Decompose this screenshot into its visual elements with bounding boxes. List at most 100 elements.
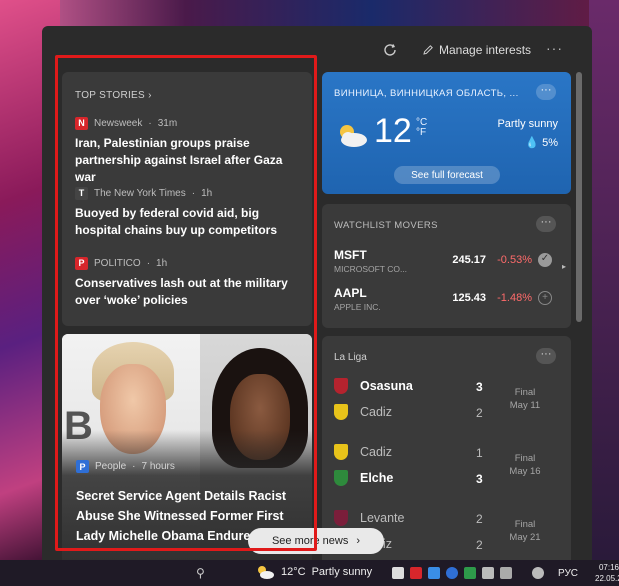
story-age: 31m: [157, 117, 178, 129]
taskbar-weather-button[interactable]: 12°C Partly sunny: [255, 564, 372, 580]
match-status-text: Final: [514, 387, 536, 398]
feature-age: 7 hours: [141, 461, 175, 472]
people-icon[interactable]: ⚲: [196, 566, 205, 580]
panel-scrollbar[interactable]: [576, 72, 582, 322]
add-icon[interactable]: +: [538, 291, 552, 305]
feature-story-card[interactable]: B P People · 7 hours Secret Service Agen…: [62, 334, 312, 560]
app-tray-icon[interactable]: [428, 567, 440, 579]
language-indicator[interactable]: РУС: [558, 568, 578, 579]
match-item[interactable]: Cadiz 1 Elche 3 Final May 16: [334, 442, 566, 498]
pen-icon[interactable]: [532, 567, 544, 579]
meta-separator: ·: [191, 187, 196, 199]
weather-temperature: 12: [374, 112, 412, 150]
bluetooth-icon[interactable]: [446, 567, 458, 579]
taskbar: ⚲ 12°C Partly sunny РУС 07:16 22.05.2: [0, 560, 619, 586]
story-age: 1h: [156, 257, 168, 269]
manage-interests-button[interactable]: Manage interests: [422, 42, 531, 58]
stock-price: 245.17: [452, 254, 486, 266]
match-status: Final May 11: [504, 386, 546, 412]
stock-company: MICROSOFT CO...: [334, 264, 408, 274]
check-icon[interactable]: ✓: [538, 253, 552, 267]
people-logo-icon: P: [76, 460, 89, 473]
story-title[interactable]: Buoyed by federal covid aid, big hospita…: [75, 205, 305, 239]
team-score: 2: [476, 512, 483, 526]
team-score: 3: [476, 380, 483, 394]
meta-separator: ·: [146, 257, 151, 269]
team-crest-icon: [334, 444, 348, 460]
stock-ticker: MSFT: [334, 248, 367, 262]
watchlist-title: WATCHLIST MOVERS: [334, 220, 438, 231]
team-crest-icon: [334, 510, 348, 526]
unit-fahrenheit[interactable]: °F: [416, 128, 427, 138]
story-title[interactable]: Conservatives lash out at the military o…: [75, 275, 305, 309]
see-more-label: See more news: [271, 535, 349, 547]
weather-location: ВИННИЦА, ВИННИЦКАЯ ОБЛАСТЬ, ...: [334, 88, 519, 99]
story-source: The New York Times: [94, 187, 186, 199]
story-item[interactable]: T The New York Times · 1h Buoyed by fede…: [75, 186, 305, 239]
story-meta: T The New York Times · 1h: [75, 186, 305, 200]
story-title[interactable]: Iran, Palestinian groups praise partners…: [75, 135, 305, 186]
taskbar-temperature: 12°C: [281, 566, 306, 578]
match-status: Final May 16: [504, 452, 546, 478]
watchlist-card: WATCHLIST MOVERS ··· MSFT MICROSOFT CO..…: [322, 204, 571, 328]
clock-time: 07:16: [598, 563, 619, 572]
see-more-news-button[interactable]: See more news ›: [248, 528, 384, 554]
network-icon[interactable]: [482, 567, 494, 579]
antivirus-icon[interactable]: [410, 567, 422, 579]
refresh-icon[interactable]: [382, 42, 398, 58]
team-crest-icon: [334, 470, 348, 486]
team-name: Cadiz: [360, 405, 392, 419]
match-date: May 21: [509, 532, 541, 543]
team-score: 1: [476, 446, 483, 460]
temperature-units[interactable]: °C °F: [416, 118, 427, 138]
politico-logo-icon: P: [75, 256, 88, 270]
panel-header: Manage interests ···: [42, 26, 592, 72]
weather-card[interactable]: ВИННИЦА, ВИННИЦКАЯ ОБЛАСТЬ, ... ··· 12 °…: [322, 72, 571, 194]
team-name: Levante: [360, 511, 405, 525]
team-name: Elche: [360, 471, 394, 485]
manage-interests-label: Manage interests: [439, 43, 532, 57]
app-tray-icon[interactable]: [464, 567, 476, 579]
more-options-icon[interactable]: ···: [546, 40, 563, 56]
partly-sunny-icon: [340, 125, 367, 147]
stock-company: APPLE INC.: [334, 302, 381, 312]
raindrop-icon: 💧: [525, 137, 540, 149]
scroll-right-icon[interactable]: ▸: [562, 262, 566, 271]
stock-change: -1.48%: [497, 292, 532, 304]
team-crest-icon: [334, 404, 348, 420]
clock[interactable]: 07:16 22.05.2: [595, 562, 619, 584]
see-full-forecast-button[interactable]: See full forecast: [394, 166, 500, 184]
watchlist-more-icon[interactable]: ···: [536, 216, 556, 232]
match-item[interactable]: Osasuna 3 Cadiz 2 Final May 11: [334, 376, 566, 432]
top-stories-card: TOP STORIES › N Newsweek · 31m Iran, Pal…: [62, 72, 312, 326]
volume-icon[interactable]: [500, 567, 512, 579]
team-score: 2: [476, 538, 483, 552]
nyt-logo-icon: T: [75, 186, 88, 200]
away-team: Cadiz: [334, 402, 514, 422]
stock-row-msft[interactable]: MSFT MICROSOFT CO... 245.17 -0.53% ✓: [334, 248, 564, 278]
match-date: May 16: [509, 466, 541, 477]
home-team: Osasuna: [334, 376, 514, 396]
home-team: Levante: [334, 508, 514, 528]
team-score: 2: [476, 406, 483, 420]
feature-source: People: [95, 461, 127, 472]
weather-condition: Partly sunny: [497, 118, 558, 130]
laliga-more-icon[interactable]: ···: [536, 348, 556, 364]
top-stories-label: TOP STORIES: [75, 90, 145, 101]
story-item[interactable]: N Newsweek · 31m Iran, Palestinian group…: [75, 116, 305, 186]
stock-row-aapl[interactable]: AAPL APPLE INC. 125.43 -1.48% +: [334, 286, 564, 316]
meta-separator: ·: [132, 461, 136, 472]
taskbar-condition: Partly sunny: [311, 566, 373, 578]
laliga-card: La Liga ··· Osasuna 3 Cadiz 2 Final May …: [322, 336, 571, 560]
chevron-right-icon: ›: [148, 90, 152, 101]
away-team: Elche: [334, 468, 514, 488]
story-item[interactable]: P POLITICO · 1h Conservatives lash out a…: [75, 256, 305, 309]
team-crest-icon: [334, 378, 348, 394]
desktop-wallpaper-right: [589, 0, 619, 560]
pencil-icon: [423, 45, 433, 55]
weather-more-icon[interactable]: ···: [536, 84, 556, 100]
match-status-text: Final: [514, 453, 536, 464]
cloud-icon[interactable]: [392, 567, 404, 579]
top-stories-link[interactable]: TOP STORIES ›: [75, 90, 152, 101]
team-name: Cadiz: [360, 445, 392, 459]
